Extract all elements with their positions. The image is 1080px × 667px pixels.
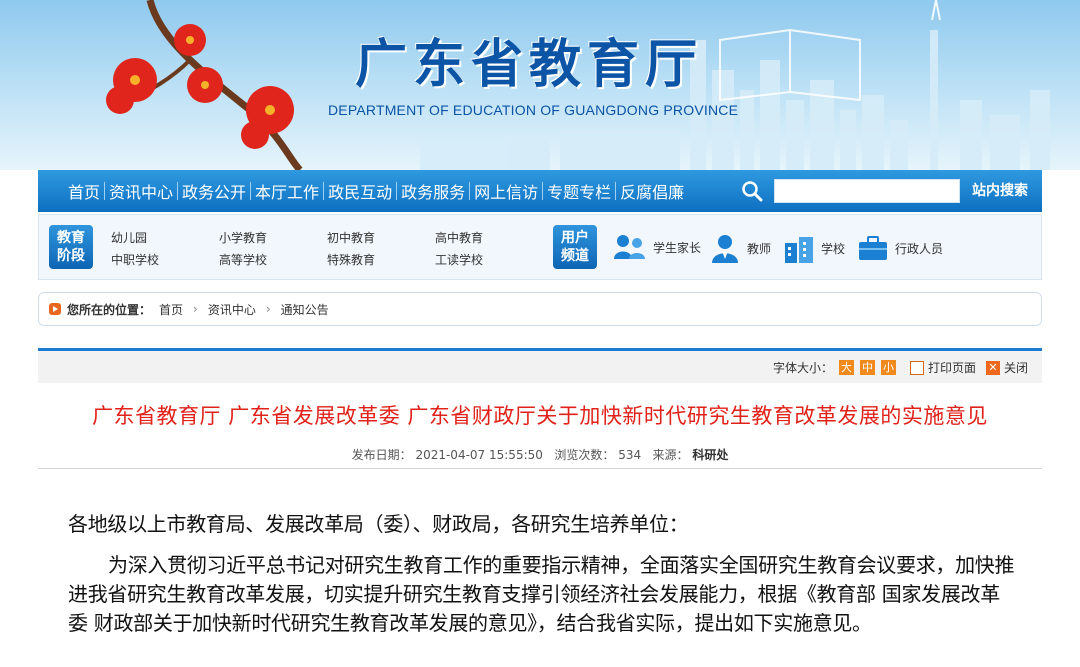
search-button[interactable]: 站内搜索 (968, 179, 1032, 203)
close-icon[interactable]: ✕ (985, 360, 1000, 375)
teacher-icon (712, 235, 738, 263)
stage-link-higher-ed[interactable]: 高等学校 (219, 251, 267, 268)
user-channel-label: 学校 (821, 241, 846, 256)
article-paragraph: 为深入贯彻习近平总书记对研究生教育工作的重要指示精神，全面落实全国研究生教育会议… (68, 553, 1015, 635)
user-channel-label: 行政人员 (895, 241, 944, 256)
nav-topics[interactable]: 专题专栏 (543, 179, 615, 203)
breadcrumb-news-center[interactable]: 资讯中心 (208, 301, 256, 318)
nav-interaction[interactable]: 政民互动 (324, 179, 396, 203)
close-button[interactable]: 关闭 (1004, 359, 1028, 376)
user-channel-parents[interactable]: 学生家长 (613, 233, 701, 261)
user-channel-schools[interactable]: 学校 (783, 233, 845, 263)
article-meta: 发布日期： 2021-04-07 15:55:50 浏览次数： 534 来源： … (0, 446, 1080, 463)
article-toolbar: 字体大小： 大 中 小 打印页面 ✕ 关闭 (38, 351, 1042, 383)
source-label: 来源： (652, 448, 689, 462)
view-count: 534 (618, 448, 642, 462)
print-button[interactable]: 打印页面 (928, 359, 976, 376)
nav-petition[interactable]: 网上信访 (470, 179, 542, 203)
school-icon (785, 237, 813, 263)
stage-link-kindergarten[interactable]: 幼儿园 (111, 229, 147, 246)
parents-icon (614, 235, 645, 259)
search-input[interactable] (774, 179, 960, 203)
font-size-large-button[interactable]: 大 (838, 360, 854, 375)
publish-date-label: 发布日期： (351, 448, 412, 462)
font-size-medium-button[interactable]: 中 (859, 360, 875, 375)
font-size-small-button[interactable]: 小 (880, 360, 896, 375)
chevron-right-icon: › (265, 302, 271, 316)
stage-link-primary[interactable]: 小学教育 (219, 229, 267, 246)
nav-home[interactable]: 首页 (64, 179, 104, 203)
breadcrumb-notices[interactable]: 通知公告 (281, 301, 329, 318)
article-body: 各地级以上市教育局、发展改革局（委）、财政局，各研究生培养单位： 为深入贯彻习近… (68, 510, 1018, 638)
nav-department-work[interactable]: 本厅工作 (251, 179, 323, 203)
publish-date: 2021-04-07 15:55:50 (415, 448, 543, 462)
breadcrumb-home[interactable]: 首页 (159, 301, 183, 318)
nav-government-affairs[interactable]: 政务公开 (178, 179, 250, 203)
site-subtitle: DEPARTMENT OF EDUCATION OF GUANGDONG PRO… (328, 102, 739, 118)
font-size-label: 字体大小： (772, 361, 833, 375)
stage-link-senior-high[interactable]: 高中教育 (435, 229, 483, 246)
user-channel-label: 学生家长 (653, 240, 702, 255)
stage-link-special-ed[interactable]: 特殊教育 (327, 251, 375, 268)
breadcrumb: 您所在的位置： 首页 › 资讯中心 › 通知公告 (38, 292, 1042, 326)
user-channel-label: 教师 (747, 241, 772, 256)
toolbar-controls: 字体大小： 大 中 小 打印页面 ✕ 关闭 (773, 359, 1028, 376)
briefcase-icon (859, 236, 887, 260)
nav-anti-corruption[interactable]: 反腐倡廉 (616, 179, 688, 203)
stage-link-reform-school[interactable]: 工读学校 (435, 251, 483, 268)
source-value: 科研处 (692, 448, 729, 462)
site-banner: 广东省教育厅 DEPARTMENT OF EDUCATION OF GUANGD… (0, 0, 1080, 170)
main-nav: 首页 资讯中心 政务公开 本厅工作 政民互动 政务服务 网上信访 专题专栏 反腐… (38, 170, 1042, 212)
user-channel-administrators[interactable]: 行政人员 (857, 235, 943, 261)
search-icon[interactable] (740, 179, 764, 203)
location-icon (49, 303, 61, 315)
stage-link-junior-high[interactable]: 初中教育 (327, 229, 375, 246)
education-stage-badge: 教育 阶段 (49, 225, 93, 269)
view-count-label: 浏览次数： (554, 448, 615, 462)
badge-line: 教育 (57, 230, 85, 246)
nav-items: 首页 资讯中心 政务公开 本厅工作 政民互动 政务服务 网上信访 专题专栏 反腐… (64, 170, 688, 212)
breadcrumb-label: 您所在的位置： (67, 302, 152, 317)
user-channel-badge: 用户 频道 (553, 225, 597, 269)
article-salutation: 各地级以上市教育局、发展改革局（委）、财政局，各研究生培养单位： (68, 512, 689, 536)
site-title: 广东省教育厅 (355, 35, 704, 95)
nav-news-center[interactable]: 资讯中心 (105, 179, 177, 203)
meta-divider (38, 468, 1042, 469)
stage-link-vocational[interactable]: 中职学校 (111, 251, 159, 268)
user-channel-teachers[interactable]: 教师 (709, 233, 771, 263)
nav-services[interactable]: 政务服务 (397, 179, 469, 203)
article-title: 广东省教育厅 广东省发展改革委 广东省财政厅关于加快新时代研究生教育改革发展的实… (92, 404, 988, 428)
print-icon[interactable] (909, 360, 924, 375)
badge-line: 阶段 (57, 248, 85, 264)
badge-line: 频道 (561, 248, 589, 264)
chevron-right-icon: › (193, 302, 198, 316)
channel-panel: 教育 阶段 幼儿园 小学教育 初中教育 高中教育 中职学校 高等学校 特殊教育 … (38, 214, 1042, 280)
badge-line: 用户 (561, 230, 589, 246)
